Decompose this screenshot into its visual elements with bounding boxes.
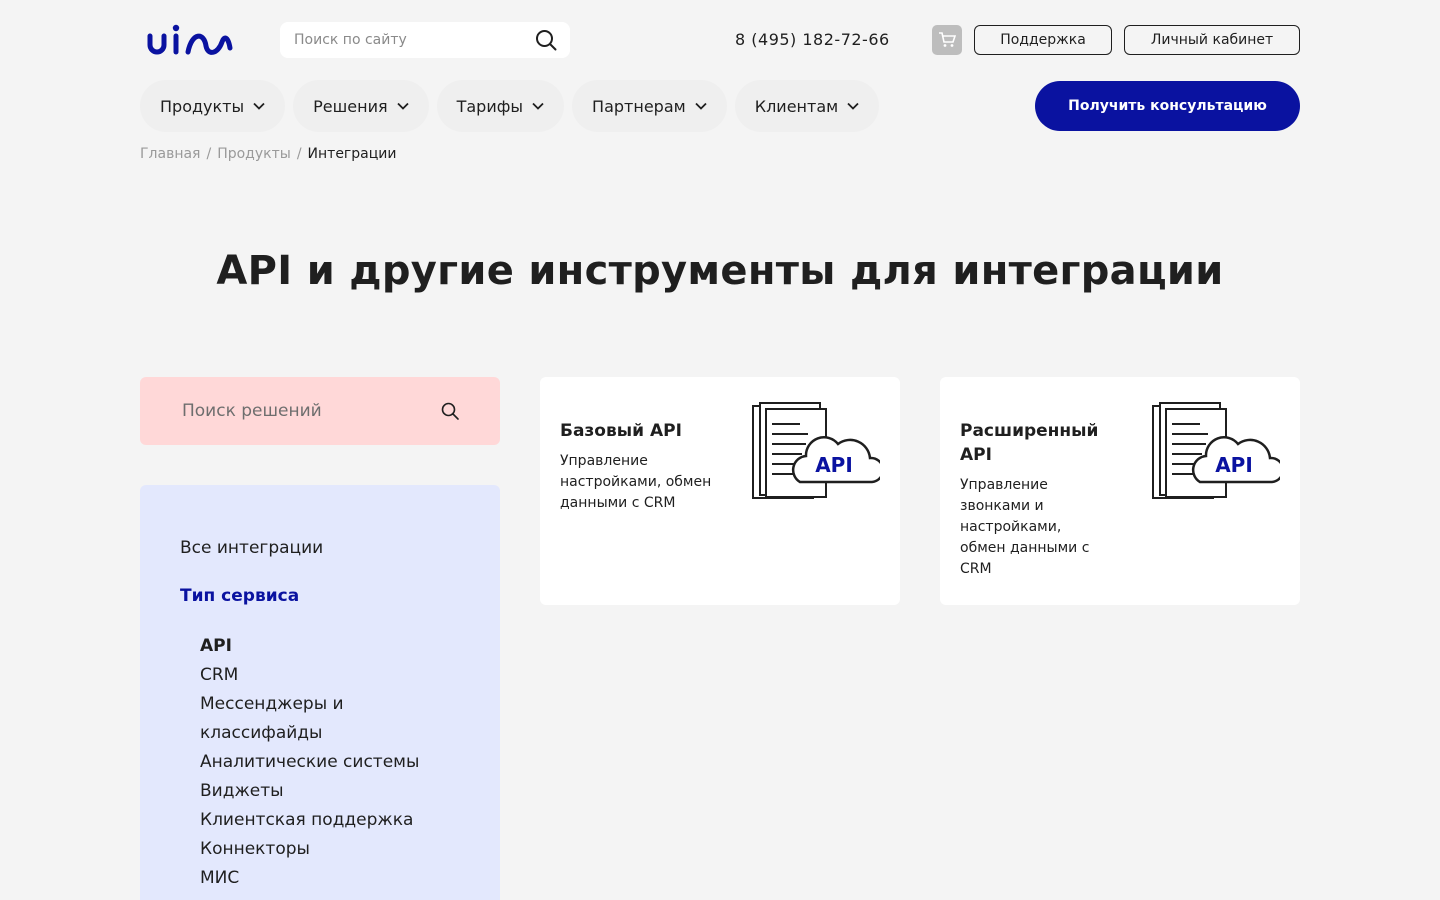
nav-item-label: Клиентам <box>754 96 839 116</box>
search-icon[interactable] <box>440 401 460 421</box>
api-document-cloud-icon: API <box>752 402 880 499</box>
chevron-down-icon <box>695 102 707 110</box>
support-button[interactable]: Поддержка <box>974 25 1112 55</box>
api-badge: API <box>815 453 853 477</box>
card-description: Управление звонками и настройками, обмен… <box>960 477 1090 577</box>
nav-item-label: Продукты <box>160 96 245 116</box>
filter-item-mis[interactable]: МИС <box>200 864 460 893</box>
search-icon[interactable] <box>534 28 558 52</box>
nav-item-products[interactable]: Продукты <box>140 80 286 132</box>
nav-item-label: Партнерам <box>592 96 686 116</box>
breadcrumb: Главная / Продукты / Интеграции <box>140 146 396 162</box>
integration-card-basic-api[interactable]: Базовый API Управление настройками, обме… <box>540 377 900 605</box>
card-title: Расширенный API <box>960 421 1099 465</box>
cart-icon <box>939 32 956 47</box>
page-title: API и другие инструменты для интеграции <box>216 248 1224 294</box>
chevron-down-icon <box>396 102 409 110</box>
breadcrumb-current: Интеграции <box>307 146 397 162</box>
filter-item-customer-support[interactable]: Клиентская поддержка <box>200 806 460 835</box>
card-description: Управление настройками, обмен данными с … <box>560 453 712 511</box>
api-badge: API <box>1215 453 1253 477</box>
breadcrumb-separator: / <box>206 146 212 162</box>
filter-item-analytics[interactable]: Аналитические системы <box>200 748 460 777</box>
filter-item-widgets[interactable]: Виджеты <box>200 777 460 806</box>
solutions-search-input[interactable]: Поиск решений <box>140 377 500 445</box>
nav-item-clients[interactable]: Клиентам <box>734 80 880 132</box>
integration-card-extended-api[interactable]: Расширенный API Управление звонками и на… <box>940 377 1300 605</box>
nav-item-tariffs[interactable]: Тарифы <box>436 80 565 132</box>
uis-logo[interactable] <box>146 24 234 58</box>
chevron-down-icon <box>847 102 859 110</box>
chevron-down-icon <box>532 102 544 110</box>
filter-list: API CRM Мессенджеры и классифайды Аналит… <box>180 632 460 893</box>
phone-number[interactable]: 8 (495) 182-72-66 <box>735 30 890 49</box>
personal-account-button[interactable]: Личный кабинет <box>1124 25 1300 55</box>
api-document-cloud-icon: API <box>1152 402 1280 499</box>
filter-item-connectors[interactable]: Коннекторы <box>200 835 460 864</box>
filter-group-service-type[interactable]: Тип сервиса <box>180 586 460 606</box>
filter-all-integrations[interactable]: Все интеграции <box>180 538 460 558</box>
integration-filter-panel: Все интеграции Тип сервиса API CRM Мессе… <box>140 485 500 900</box>
nav-item-label: Решения <box>313 96 388 116</box>
nav-item-partners[interactable]: Партнерам <box>572 80 727 132</box>
main-nav: Продукты Решения Тарифы Партнерам Клиент… <box>140 80 880 132</box>
solutions-search-placeholder: Поиск решений <box>182 401 322 421</box>
get-consultation-button[interactable]: Получить консультацию <box>1035 81 1300 131</box>
card-title: Базовый API <box>560 421 682 441</box>
filter-item-messengers[interactable]: Мессенджеры и <box>200 690 460 719</box>
breadcrumb-link-home[interactable]: Главная <box>140 146 200 162</box>
nav-item-solutions[interactable]: Решения <box>293 80 429 132</box>
filter-item-classifieds[interactable]: классифайды <box>200 719 460 748</box>
breadcrumb-link-products[interactable]: Продукты <box>217 146 291 162</box>
cart-button[interactable] <box>932 25 962 55</box>
chevron-down-icon <box>253 102 265 110</box>
site-search-input[interactable]: Поиск по сайту <box>280 22 570 58</box>
breadcrumb-separator: / <box>296 146 302 162</box>
site-search-placeholder: Поиск по сайту <box>294 32 407 48</box>
filter-item-crm[interactable]: CRM <box>200 661 460 690</box>
filter-item-api[interactable]: API <box>200 632 460 661</box>
nav-item-label: Тарифы <box>456 96 524 116</box>
